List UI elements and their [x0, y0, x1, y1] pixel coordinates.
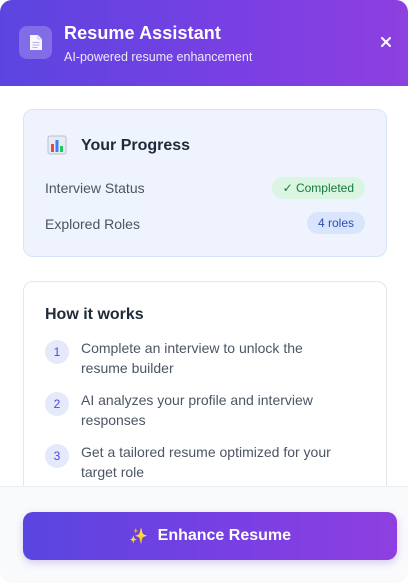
roles-count-badge: 4 roles [306, 212, 365, 234]
step-text: Get a tailored resume optimized for your… [81, 444, 331, 480]
completed-badge: ✓ Completed [271, 177, 365, 199]
how-it-works-card: How it works 1 Complete an interview to … [23, 281, 387, 486]
interview-status-label: Interview Status [45, 180, 145, 196]
resume-assistant-panel: Resume Assistant AI-powered resume enhan… [0, 0, 408, 583]
enhance-resume-label: Enhance Resume [157, 527, 292, 544]
explored-roles-label: Explored Roles [45, 216, 140, 232]
panel-footer: ✨ Enhance Resume [0, 486, 408, 583]
step-number: 3 [45, 444, 69, 468]
step-number: 2 [45, 392, 69, 416]
step-number: 1 [45, 340, 69, 364]
document-icon [19, 26, 52, 59]
close-icon [381, 37, 391, 47]
step-text: AI analyzes your profile and interview r… [81, 392, 313, 428]
how-it-works-title: How it works [45, 306, 144, 323]
sparkles-icon: ✨ [128, 528, 148, 545]
progress-title: Your Progress [81, 137, 191, 154]
panel-content[interactable]: Your Progress Interview Status ✓ Complet… [0, 86, 408, 486]
progress-card: Your Progress Interview Status ✓ Complet… [23, 109, 387, 257]
panel-title: Resume Assistant [64, 23, 221, 43]
panel-subtitle: AI-powered resume enhancement [64, 50, 253, 64]
close-button[interactable] [378, 34, 394, 50]
panel-header: Resume Assistant AI-powered resume enhan… [0, 0, 408, 86]
bar-chart-icon [47, 135, 67, 155]
enhance-resume-button[interactable]: ✨ Enhance Resume [23, 512, 397, 560]
step-text: Complete an interview to unlock the resu… [81, 340, 303, 376]
